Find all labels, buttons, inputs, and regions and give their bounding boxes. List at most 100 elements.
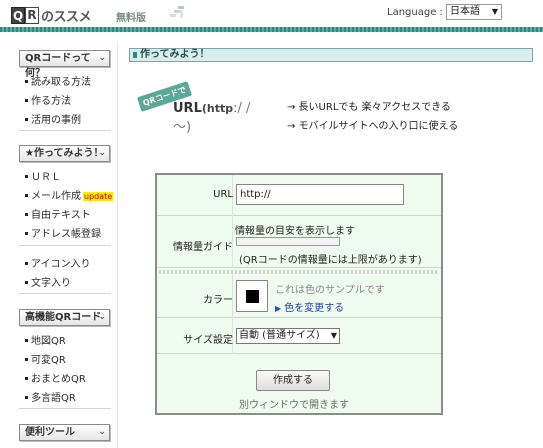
bullet-icon <box>25 280 28 284</box>
sidebar-item-label: 自由テキスト <box>31 210 91 221</box>
sidebar-item-label: 文字入り <box>31 278 71 289</box>
banner-url-main: URL <box>173 101 202 116</box>
sidebar-item-url[interactable]: ＵＲＬ <box>25 168 61 183</box>
sidebar-item-variable-qr[interactable]: 可変QR <box>25 351 66 366</box>
logo-text: のススメ <box>41 10 92 25</box>
sidebar-item-label: 多言語QR <box>31 393 76 404</box>
sidebar-item-label: 読み取る方法 <box>31 77 91 88</box>
chevron-down-icon: ⌄ <box>98 53 106 63</box>
guide-note: (QRコードの情報量には上限があります) <box>239 255 422 266</box>
bullet-icon <box>25 395 28 399</box>
sidebar-item-examples[interactable]: 活用の事例 <box>25 111 81 126</box>
sidebar-item-with-text[interactable]: 文字入り <box>25 274 71 289</box>
page-title: 作ってみよう！ <box>129 48 533 62</box>
bullet-icon <box>25 212 28 216</box>
color-swatch[interactable] <box>236 280 268 312</box>
language-select[interactable]: 日本語 ▼ <box>446 4 502 20</box>
change-color-link[interactable]: ▶ 色を変更する <box>275 299 344 314</box>
url-banner: QRコードで URL(http:/ / 〜) <box>136 81 268 135</box>
sidebar-item-label: アドレス帳登録 <box>31 229 101 240</box>
guide-row: 情報量ガイド 情報量の目安を表示します (QRコードの情報量には上限があります) <box>157 216 441 268</box>
size-select-value: 自動 (普通サイズ) <box>239 330 320 341</box>
sidebar-item-free-text[interactable]: 自由テキスト <box>25 206 91 221</box>
sidebar-separator <box>19 130 111 131</box>
color-row: カラー これは色のサンプルです ▶ 色を変更する <box>157 274 441 318</box>
sidebar-separator <box>19 408 111 409</box>
bullet-icon <box>25 193 28 197</box>
dropdown-arrow-icon: ▼ <box>491 7 498 16</box>
size-label: サイズ設定 <box>183 335 233 346</box>
sidebar-item-make[interactable]: 作る方法 <box>25 92 71 107</box>
sidebar-divider <box>117 42 118 448</box>
site-logo[interactable]: Q R のススメ <box>11 5 92 26</box>
feature-bullet-mobile: → モバイルサイトへの入り口に使える <box>287 121 459 132</box>
sidebar-item-address-book[interactable]: アドレス帳登録 <box>25 225 101 240</box>
color-sample-text: これは色のサンプルです <box>275 285 385 296</box>
bullet-icon <box>25 117 28 121</box>
header-bar <box>0 27 543 32</box>
sidebar-header-try[interactable]: ★作ってみよう！ ⌄ <box>19 145 110 162</box>
chevron-down-icon: ⌄ <box>98 427 106 437</box>
sidebar-header-label: 便利ツール <box>25 427 75 438</box>
logo-r-letter: R <box>25 7 39 24</box>
sidebar-separator <box>19 293 111 294</box>
bullet-icon <box>25 338 28 342</box>
sidebar-item-label: アイコン入り <box>31 259 91 270</box>
sidebar-header-what-is-qr[interactable]: QRコードって何？ ⌄ <box>19 50 110 79</box>
sidebar-item-with-icon[interactable]: アイコン入り <box>25 255 91 270</box>
url-label: URL <box>213 189 233 200</box>
sidebar-item-read[interactable]: 読み取る方法 <box>25 73 91 88</box>
bullet-icon <box>25 98 28 102</box>
guide-text: 情報量の目安を表示します <box>235 226 355 237</box>
guide-label: 情報量ガイド <box>173 242 233 253</box>
url-input[interactable]: http:// <box>236 184 404 205</box>
size-select[interactable]: 自動 (普通サイズ) ▼ <box>236 328 340 344</box>
sidebar-header-label: ★作ってみよう！ <box>25 148 104 159</box>
size-row: サイズ設定 自動 (普通サイズ) ▼ <box>157 318 441 354</box>
bullet-icon <box>25 261 28 265</box>
page: Q R のススメ 無料版 Language : 日本語 ▼ QRコードって何？ … <box>0 0 543 448</box>
sidebar-item-label: ＵＲＬ <box>31 172 61 183</box>
sidebar-item-label: メール作成 <box>31 191 81 202</box>
sidebar-header-label: 高機能QRコード <box>25 312 102 323</box>
url-row: URL http:// <box>157 175 441 216</box>
bullet-icon <box>25 174 28 178</box>
dropdown-arrow-icon: ▼ <box>330 331 337 340</box>
bullet-icon <box>25 357 28 361</box>
banner-url-text: URL(http:/ / 〜) <box>173 101 268 135</box>
language-label: Language : <box>387 7 443 18</box>
bullet-icon <box>25 231 28 235</box>
sidebar-item-mail[interactable]: メール作成 update <box>25 187 114 202</box>
qr-form: URL http:// 情報量ガイド 情報量の目安を表示します (QRコードの情… <box>155 173 443 415</box>
chevron-down-icon: ⌄ <box>98 148 106 158</box>
sidebar-item-multilang-qr[interactable]: 多言語QR <box>25 389 76 404</box>
create-note: 別ウィンドウで開きます <box>239 400 349 411</box>
color-swatch-sample <box>246 290 259 303</box>
sidebar-item-label: 地図QR <box>31 336 66 347</box>
play-triangle-icon: ▶ <box>275 304 282 313</box>
sidebar-header-tools[interactable]: 便利ツール ⌄ <box>19 424 110 441</box>
sidebar-item-label: 可変QR <box>31 355 66 366</box>
sidebar-separator <box>19 245 111 246</box>
color-label: カラー <box>203 295 233 306</box>
banner-url-http: (http <box>201 102 234 115</box>
update-badge: update <box>83 192 114 201</box>
logo-q-letter: Q <box>11 7 25 24</box>
change-color-label: 色を変更する <box>284 303 345 314</box>
sidebar-item-label: 活用の事例 <box>31 115 81 126</box>
create-button[interactable]: 作成する <box>256 370 330 391</box>
feature-bullet-long-url: → 長いURLでも 楽々アクセスできる <box>287 102 451 113</box>
bullet-icon <box>25 376 28 380</box>
free-edition-label: 無料版 <box>116 13 146 24</box>
chevron-down-icon: ⌄ <box>98 312 106 322</box>
language-select-value: 日本語 <box>450 6 480 17</box>
sidebar-item-map-qr[interactable]: 地図QR <box>25 332 66 347</box>
info-gauge <box>236 237 340 246</box>
sidebar-header-advanced[interactable]: 高機能QRコード ⌄ <box>19 309 110 326</box>
title-mark-icon <box>133 52 137 58</box>
sidebar-item-label: 作る方法 <box>31 96 71 107</box>
page-title-text: 作ってみよう！ <box>140 49 210 60</box>
bullet-icon <box>25 79 28 83</box>
sidebar-item-label: おまとめQR <box>31 374 86 385</box>
sidebar-item-bundle-qr[interactable]: おまとめQR <box>25 370 86 385</box>
